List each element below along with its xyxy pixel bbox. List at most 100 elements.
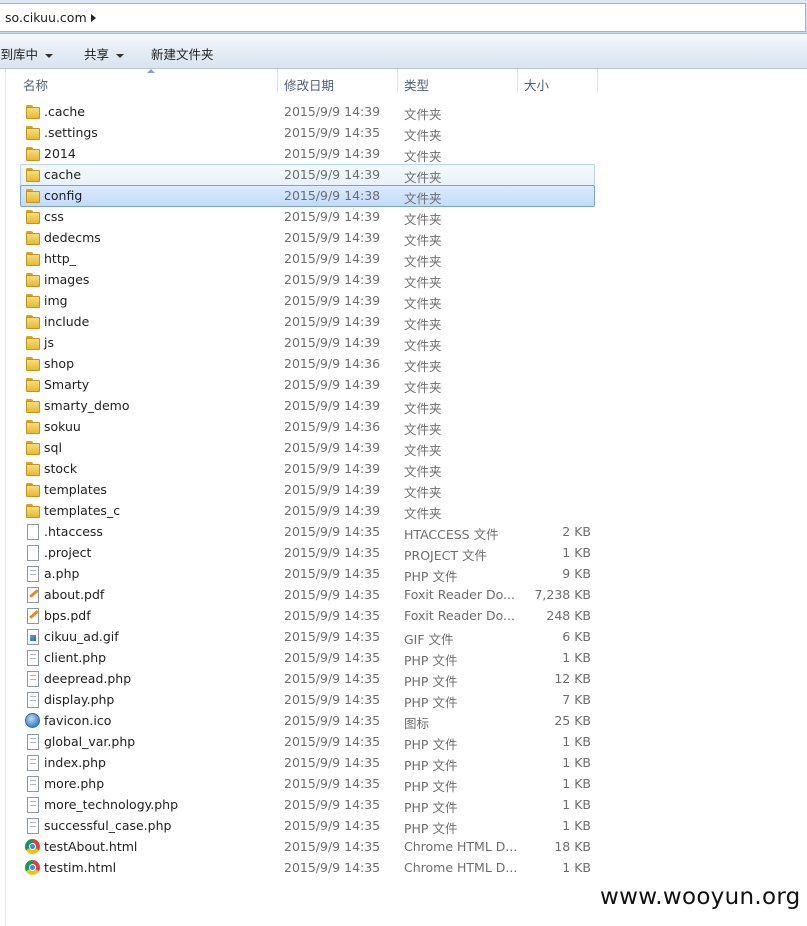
file-date: 2015/9/9 14:35 [284, 608, 381, 623]
folder-row[interactable]: stock 2015/9/9 14:39 文件夹 [20, 458, 595, 480]
file-size: 6 KB [562, 629, 591, 644]
file-date: 2015/9/9 14:35 [284, 734, 381, 749]
file-row[interactable]: client.php 2015/9/9 14:35 PHP 文件 1 KB [20, 647, 595, 669]
file-name: images [44, 272, 90, 287]
file-date: 2015/9/9 14:35 [284, 524, 381, 539]
file-row[interactable]: about.pdf 2015/9/9 14:35 Foxit Reader Do..… [20, 584, 595, 606]
column-size-header[interactable]: 大小 [524, 75, 549, 94]
file-row[interactable]: testAbout.html 2015/9/9 14:35 Chrome HTML … [20, 836, 595, 858]
file-row[interactable]: favicon.ico 2015/9/9 14:35 图标 25 KB [20, 710, 595, 732]
file-name: more.php [44, 776, 105, 791]
folder-row[interactable]: smarty_demo 2015/9/9 14:39 文件夹 [20, 395, 595, 417]
file-row[interactable]: deepread.php 2015/9/9 14:35 PHP 文件 12 KB [20, 668, 595, 690]
folder-icon [25, 230, 41, 246]
folder-icon [25, 104, 41, 120]
file-name: .settings [44, 125, 98, 140]
share-label: 共享 [84, 47, 110, 62]
pdf-file-icon [27, 587, 39, 603]
new-folder-button[interactable]: 新建文件夹 [151, 44, 214, 63]
file-type: PROJECT 文件 [404, 548, 487, 563]
new-folder-label: 新建文件夹 [151, 47, 214, 62]
folder-row[interactable]: templates 2015/9/9 14:39 文件夹 [20, 479, 595, 501]
file-size: 1 KB [562, 776, 591, 791]
file-name: 2014 [44, 146, 76, 161]
file-name: img [44, 293, 68, 308]
file-row[interactable]: bps.pdf 2015/9/9 14:35 Foxit Reader Do... 2… [20, 605, 595, 627]
column-divider[interactable] [397, 69, 398, 93]
share-button[interactable]: 共享 [84, 44, 125, 63]
folder-row[interactable]: 2014 2015/9/9 14:39 文件夹 [20, 143, 595, 165]
file-type: 文件夹 [404, 506, 442, 521]
file-date: 2015/9/9 14:39 [284, 293, 381, 308]
file-date: 2015/9/9 14:35 [284, 587, 381, 602]
column-date-header[interactable]: 修改日期 [284, 75, 334, 94]
address-bar: so.cikuu.com [0, 0, 807, 34]
file-name: cache [44, 167, 82, 182]
folder-row[interactable]: .settings 2015/9/9 14:35 文件夹 [20, 122, 595, 144]
file-name: cikuu_ad.gif [44, 629, 119, 644]
file-name: successful_case.php [44, 818, 172, 833]
file-type: 文件夹 [404, 149, 442, 164]
file-size: 1 KB [562, 545, 591, 560]
file-row[interactable]: cikuu_ad.gif 2015/9/9 14:35 GIF 文件 6 KB [20, 626, 595, 648]
folder-row[interactable]: images 2015/9/9 14:39 文件夹 [20, 269, 595, 291]
folder-row[interactable]: img 2015/9/9 14:39 文件夹 [20, 290, 595, 312]
file-date: 2015/9/9 14:35 [284, 860, 381, 875]
file-size: 12 KB [554, 671, 591, 686]
text-file-icon [27, 650, 39, 666]
folder-row[interactable]: css 2015/9/9 14:39 文件夹 [20, 206, 595, 228]
column-divider[interactable] [517, 69, 518, 93]
file-row[interactable]: index.php 2015/9/9 14:35 PHP 文件 1 KB [20, 752, 595, 774]
command-bar: 含到库中 共享 新建文件夹 [0, 34, 807, 69]
file-row[interactable]: more.php 2015/9/9 14:35 PHP 文件 1 KB [20, 773, 595, 795]
folder-row[interactable]: templates_c 2015/9/9 14:39 文件夹 [20, 500, 595, 522]
file-row[interactable]: successful_case.php 2015/9/9 14:35 PHP 文件 1… [20, 815, 595, 837]
file-name: js [44, 335, 54, 350]
file-type: 文件夹 [404, 128, 442, 143]
column-type-header[interactable]: 类型 [404, 75, 429, 94]
file-date: 2015/9/9 14:35 [284, 755, 381, 770]
file-name: bps.pdf [44, 608, 91, 623]
file-row[interactable]: display.php 2015/9/9 14:35 PHP 文件 7 KB [20, 689, 595, 711]
column-divider[interactable] [277, 69, 278, 93]
file-row[interactable]: more_technology.php 2015/9/9 14:35 PHP 文件 1… [20, 794, 595, 816]
folder-row[interactable]: js 2015/9/9 14:39 文件夹 [20, 332, 595, 354]
file-row[interactable]: global_var.php 2015/9/9 14:35 PHP 文件 1 KB [20, 731, 595, 753]
file-size: 248 KB [546, 608, 591, 623]
folder-row[interactable]: http_ 2015/9/9 14:39 文件夹 [20, 248, 595, 270]
folder-row[interactable]: cache 2015/9/9 14:39 文件夹 [20, 164, 595, 186]
file-row[interactable]: .htaccess 2015/9/9 14:35 HTACCESS 文件 2 KB [20, 521, 595, 543]
file-row[interactable]: .project 2015/9/9 14:35 PROJECT 文件 1 KB [20, 542, 595, 564]
file-row[interactable]: testim.html 2015/9/9 14:35 Chrome HTML D..… [20, 857, 595, 879]
folder-row[interactable]: Smarty 2015/9/9 14:39 文件夹 [20, 374, 595, 396]
folder-row[interactable]: sokuu 2015/9/9 14:36 文件夹 [20, 416, 595, 438]
folder-row[interactable]: shop 2015/9/9 14:36 文件夹 [20, 353, 595, 375]
column-name-header[interactable]: 名称 [23, 75, 48, 94]
file-date: 2015/9/9 14:39 [284, 503, 381, 518]
chrome-icon [25, 839, 40, 854]
address-input[interactable]: so.cikuu.com [0, 3, 806, 32]
folder-row[interactable]: include 2015/9/9 14:39 文件夹 [20, 311, 595, 333]
folder-row[interactable]: .cache 2015/9/9 14:39 文件夹 [20, 101, 595, 123]
folder-row[interactable]: dedecms 2015/9/9 14:39 文件夹 [20, 227, 595, 249]
file-name: sql [44, 440, 62, 455]
folder-icon [25, 125, 41, 141]
folder-icon [25, 272, 41, 288]
column-divider[interactable] [597, 69, 598, 93]
file-type: 文件夹 [404, 359, 442, 374]
file-date: 2015/9/9 14:35 [284, 713, 381, 728]
file-date: 2015/9/9 14:39 [284, 209, 381, 224]
file-type: PHP 文件 [404, 569, 458, 584]
folder-row[interactable]: sql 2015/9/9 14:39 文件夹 [20, 437, 595, 459]
folder-row[interactable]: config 2015/9/9 14:38 文件夹 [20, 185, 595, 207]
file-type: PHP 文件 [404, 695, 458, 710]
file-name: stock [44, 461, 78, 476]
breadcrumb-arrow-icon[interactable] [91, 14, 96, 22]
file-type: 文件夹 [404, 296, 442, 311]
file-date: 2015/9/9 14:39 [284, 104, 381, 119]
file-type: 文件夹 [404, 170, 442, 185]
text-file-icon [27, 671, 39, 687]
file-type: 文件夹 [404, 233, 442, 248]
include-in-library-button[interactable]: 含到库中 [0, 44, 54, 63]
file-row[interactable]: a.php 2015/9/9 14:35 PHP 文件 9 KB [20, 563, 595, 585]
